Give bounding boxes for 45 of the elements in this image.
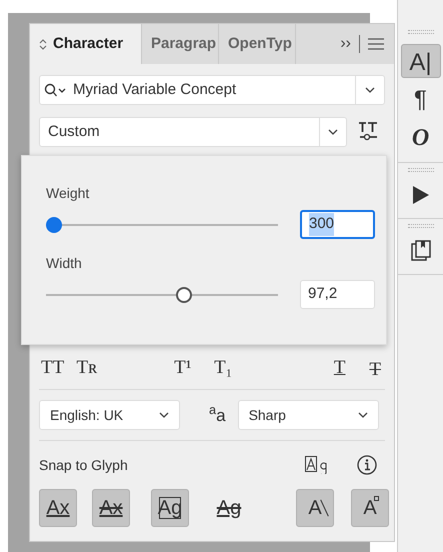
snap-button[interactable]: Ax xyxy=(92,489,130,527)
value-field[interactable]: 300 xyxy=(300,210,375,239)
info-icon[interactable] xyxy=(357,455,377,475)
panel-tab[interactable]: OpenTyp xyxy=(219,24,296,64)
menu-icon[interactable] xyxy=(368,38,384,50)
selected-value-text: 97,2 xyxy=(308,284,338,304)
anti-aliasing-dropdown[interactable]: Sharp xyxy=(238,400,379,430)
language-dropdown[interactable]: English: UK xyxy=(39,400,180,430)
chevron-down-icon xyxy=(365,87,375,93)
variable-font-icon[interactable] xyxy=(357,121,379,143)
text-style-button[interactable]: Tʀ xyxy=(76,358,98,377)
snap-button[interactable]: Ag xyxy=(210,489,248,527)
panel-tab[interactable]: Character xyxy=(30,24,142,64)
selected-value-text: 300 xyxy=(309,213,334,236)
slider-track[interactable] xyxy=(46,216,278,232)
font-family-field[interactable]: Myriad Variable Concept xyxy=(39,75,385,105)
anti-aliasing-icon: $^{a}$a xyxy=(209,406,226,424)
expand-collapse-icon xyxy=(39,38,47,50)
dock-button[interactable]: ¶ xyxy=(400,82,440,116)
snap-button[interactable]: Ax xyxy=(39,489,77,527)
axis-label: Width xyxy=(46,254,83,273)
snap-button[interactable]: A xyxy=(351,489,389,527)
value-field[interactable]: 97,2 xyxy=(300,280,375,309)
panel-tab[interactable]: Paragrap xyxy=(142,24,219,64)
chevron-down-icon xyxy=(358,412,368,418)
slider-thumb[interactable] xyxy=(176,286,192,302)
text-style-button[interactable]: T¹ xyxy=(174,358,192,377)
text-style-button[interactable]: T xyxy=(369,360,381,378)
chevron-down-icon xyxy=(328,129,338,135)
dock-button[interactable]: O xyxy=(400,120,440,154)
search-icon xyxy=(44,83,66,97)
dock-button[interactable]: A| xyxy=(400,44,440,78)
slider-thumb[interactable] xyxy=(46,216,62,232)
text-style-button[interactable]: TT xyxy=(41,358,64,377)
snap-button[interactable]: A xyxy=(296,489,334,527)
chevron-down-icon xyxy=(159,412,169,418)
play-icon[interactable] xyxy=(412,186,428,204)
text-style-button[interactable]: T xyxy=(334,358,346,377)
slider-track[interactable] xyxy=(46,286,278,302)
axis-label: Weight xyxy=(46,184,90,203)
font-style-field[interactable]: Custom xyxy=(39,117,347,147)
snap-to-glyph-label: Snap to Glyph xyxy=(39,456,129,475)
more-tabs-button[interactable]: ›› xyxy=(340,32,351,56)
pages-icon[interactable] xyxy=(410,240,430,262)
text-style-button[interactable]: T₁ xyxy=(214,358,232,377)
